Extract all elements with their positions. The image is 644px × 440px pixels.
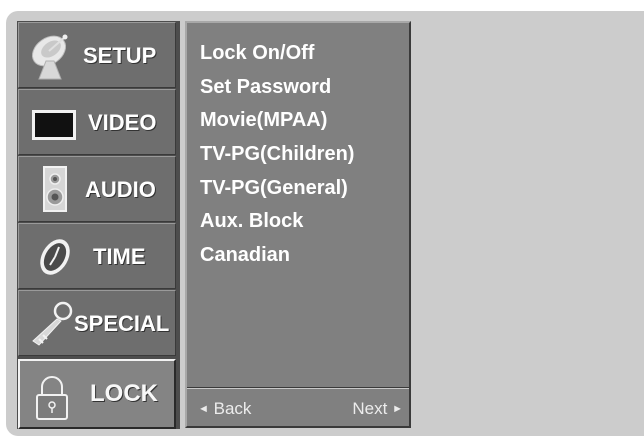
category-time-label: TIME	[93, 244, 146, 269]
clock-icon	[40, 239, 70, 275]
lock-menu-list: Lock On/Off Set Password Movie(MPAA) TV-…	[200, 37, 354, 273]
menu-item-tv-pg-general[interactable]: TV-PG(General)	[200, 172, 354, 206]
category-video-label: VIDEO	[88, 110, 157, 135]
back-label: Back	[213, 399, 252, 418]
lock-menu-panel: Lock On/Off Set Password Movie(MPAA) TV-…	[185, 21, 411, 428]
menu-item-set-password[interactable]: Set Password	[200, 71, 354, 105]
category-video[interactable]: VIDEO	[18, 89, 176, 155]
category-setup-label: SETUP	[83, 43, 157, 68]
back-button[interactable]: ◄ Back	[198, 399, 251, 419]
category-lock[interactable]: LOCK	[18, 359, 176, 429]
panel-divider	[187, 387, 409, 389]
category-setup[interactable]: SETUP	[18, 22, 176, 88]
category-time[interactable]: TIME	[18, 223, 176, 289]
right-arrow-icon: ►	[392, 403, 403, 415]
speaker-icon	[43, 166, 67, 212]
next-button[interactable]: Next ►	[352, 399, 403, 419]
category-special[interactable]: SPECIAL	[18, 290, 176, 356]
left-arrow-icon: ◄	[198, 403, 209, 415]
category-audio[interactable]: AUDIO	[18, 156, 176, 222]
category-audio-label: AUDIO	[85, 177, 156, 202]
next-label: Next	[352, 399, 388, 418]
menu-item-lock-on-off[interactable]: Lock On/Off	[200, 37, 354, 71]
menu-item-canadian[interactable]: Canadian	[200, 239, 354, 273]
padlock-icon	[36, 376, 68, 420]
menu-item-aux-block[interactable]: Aux. Block	[200, 205, 354, 239]
menu-item-movie-mpaa[interactable]: Movie(MPAA)	[200, 104, 354, 138]
menu-item-tv-pg-children[interactable]: TV-PG(Children)	[200, 138, 354, 172]
satellite-dish-icon	[31, 34, 68, 80]
category-special-label: SPECIAL	[74, 311, 170, 336]
tv-screen-icon	[32, 110, 76, 140]
category-lock-label: LOCK	[90, 380, 158, 407]
